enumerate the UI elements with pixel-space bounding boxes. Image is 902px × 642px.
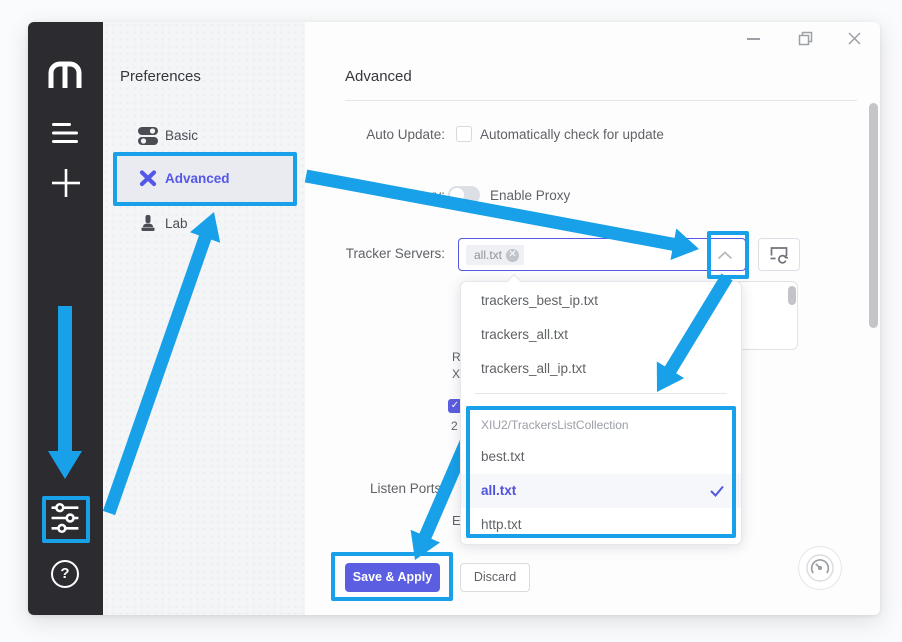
listen-ports-label: Listen Ports: [295, 479, 445, 499]
dropdown-option[interactable]: trackers_all.txt [461, 318, 741, 352]
chevron-up-icon[interactable] [717, 251, 733, 260]
tracker-select-dropdown: trackers_best_ip.txt trackers_all.txt tr… [460, 281, 742, 545]
save-apply-button[interactable]: Save & Apply [345, 563, 440, 592]
speed-indicator-button[interactable] [798, 546, 842, 590]
close-button[interactable] [843, 27, 865, 49]
sidebar-item-label: Lab [165, 204, 188, 244]
textarea-scrollbar[interactable] [788, 286, 796, 305]
auto-update-checkbox[interactable] [456, 126, 472, 142]
sidebar: ? [28, 22, 103, 615]
preferences-panel [103, 22, 305, 615]
sidebar-item-label: Advanced [165, 155, 230, 195]
minimize-button[interactable] [742, 27, 764, 49]
tracker-servers-label: Tracker Servers: [295, 244, 445, 264]
dropdown-option[interactable]: trackers_all_ip.txt [461, 352, 741, 386]
sidebar-item-lab[interactable]: Lab [115, 204, 296, 244]
restore-icon [798, 31, 813, 46]
proxy-label: Proxy: [295, 186, 445, 206]
toggle-knob [450, 188, 464, 202]
stamp-icon [138, 214, 158, 234]
toggles-icon [138, 126, 158, 146]
speedometer-icon [806, 554, 834, 582]
auto-update-checkbox-label[interactable]: Automatically check for update [480, 125, 730, 145]
tag-remove-icon[interactable]: ✕ [506, 249, 519, 262]
sync-trackers-button[interactable] [758, 238, 800, 271]
sidebar-item-advanced[interactable]: Advanced [115, 155, 296, 202]
sync-monitor-icon [769, 245, 789, 264]
dropdown-option[interactable]: trackers_best_ip.txt [461, 284, 741, 318]
dropdown-option[interactable]: http.txt [461, 508, 741, 542]
proxy-toggle-label: Enable Proxy [490, 186, 640, 206]
help-icon[interactable]: ? [51, 560, 79, 588]
minimize-icon [747, 32, 760, 45]
dropdown-group-label: XIU2/TrackersListCollection [461, 415, 741, 435]
page-title: Advanced [345, 68, 565, 94]
add-task-icon[interactable] [52, 169, 80, 197]
divider [345, 100, 857, 101]
app-window: ? Preferences Basic Advanced Lab [28, 22, 880, 615]
tag-label: all.txt [474, 245, 502, 265]
sidebar-item-label: Basic [165, 116, 198, 156]
close-icon [847, 31, 862, 46]
tools-icon [138, 168, 158, 188]
task-list-icon[interactable] [52, 123, 80, 144]
dropdown-option-selected[interactable]: all.txt [461, 474, 741, 508]
check-icon [709, 484, 725, 498]
dropdown-option[interactable]: best.txt [461, 440, 741, 474]
obscured-text: X [452, 367, 460, 381]
window-scrollbar[interactable] [869, 103, 878, 328]
sidebar-item-basic[interactable]: Basic [115, 116, 296, 156]
discard-button[interactable]: Discard [460, 563, 530, 592]
maximize-button[interactable] [794, 27, 816, 49]
obscured-text: 2 [451, 419, 458, 433]
tracker-servers-select[interactable]: all.txt ✕ [458, 238, 746, 271]
proxy-toggle[interactable] [448, 186, 480, 204]
preferences-title: Preferences [120, 68, 270, 92]
selected-tracker-tag[interactable]: all.txt ✕ [466, 245, 524, 265]
dropdown-divider [475, 393, 727, 394]
preferences-sliders-icon[interactable] [50, 502, 81, 534]
auto-update-label: Auto Update: [295, 125, 445, 145]
motrix-logo-icon [47, 60, 83, 90]
